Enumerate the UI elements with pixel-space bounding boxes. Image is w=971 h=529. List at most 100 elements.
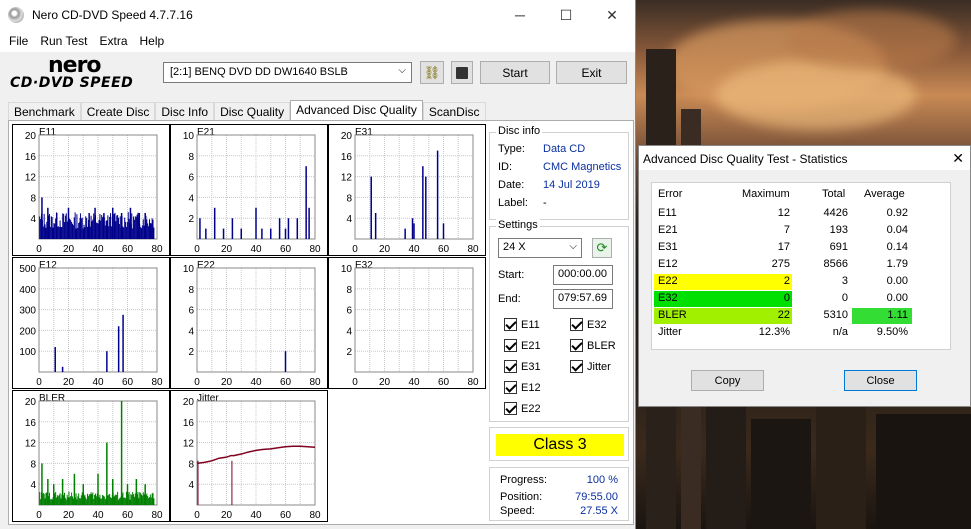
start-time-field[interactable]: 000:00.00 <box>553 265 613 285</box>
x-tick-label: 80 <box>151 510 163 521</box>
y-tick-label: 6 <box>346 306 352 317</box>
logo-cd-dvd-speed: CD·DVD SPEED <box>10 75 134 91</box>
menu-help[interactable]: Help <box>134 34 171 48</box>
stats-row: E22 2 3 0.00 <box>652 274 952 290</box>
x-tick-label: 80 <box>151 244 163 255</box>
stats-maximum: 12.3% <box>758 326 790 338</box>
checkbox-e31[interactable]: E31 <box>504 360 541 373</box>
speed-label: Speed: <box>500 505 535 517</box>
checkbox-e22-label: E22 <box>521 402 541 415</box>
chart-plot: 201612840 20 40 60 80 <box>183 397 321 521</box>
checkbox-e12[interactable]: E12 <box>504 381 541 394</box>
copy-button[interactable]: Copy <box>691 370 764 391</box>
checkbox-box <box>570 360 583 373</box>
menu-file[interactable]: File <box>3 34 34 48</box>
class-badge: Class 3 <box>496 434 624 456</box>
drive-select-value: [2:1] BENQ DVD DD DW1640 BSLB <box>170 66 348 78</box>
stats-maximum: 7 <box>783 224 790 236</box>
maximize-icon: ☐ <box>559 6 573 23</box>
speed-readout: 27.55 X <box>580 505 618 517</box>
statistics-title: Advanced Disc Quality Test - Statistics <box>639 146 970 170</box>
tab-disc-quality[interactable]: Disc Quality <box>214 102 291 121</box>
x-tick-label: 60 <box>122 244 134 255</box>
chart-e22: E22 10 8 6 4 2 0 20 40 60 80 <box>170 257 328 389</box>
checkbox-box <box>570 318 583 331</box>
app-disc-icon <box>8 7 24 23</box>
position-label: Position: <box>500 491 543 503</box>
menu-extra[interactable]: Extra <box>93 34 133 48</box>
x-tick-label: 40 <box>92 377 104 388</box>
chain-config-button[interactable]: ⛓ <box>420 61 444 84</box>
stats-row: E12 275 8566 1.79 <box>652 257 952 273</box>
x-tick-label: 20 <box>63 377 75 388</box>
settings-title: Settings <box>496 219 540 231</box>
date-value: 14 Jul 2019 <box>543 179 600 191</box>
stats-total: 691 <box>829 241 848 253</box>
x-tick-label: 80 <box>309 244 321 255</box>
y-tick-label: 4 <box>30 214 36 225</box>
progress-label: Progress: <box>500 474 548 486</box>
stats-average: 0.00 <box>886 292 908 304</box>
chart-bler: BLER 20 16 12 8 4 0 20 40 60 80 <box>12 390 170 522</box>
stats-maximum: 2 <box>783 275 790 287</box>
end-time-field[interactable]: 079:57.69 <box>553 289 613 309</box>
x-tick-label: 60 <box>438 244 450 255</box>
menu-run-test[interactable]: Run Test <box>34 34 93 48</box>
stats-average: 0.14 <box>886 241 908 253</box>
checkbox-bler[interactable]: BLER <box>570 339 616 352</box>
nero-logo: nero CD·DVD SPEED <box>8 53 158 93</box>
x-tick-label: 0 <box>36 377 42 388</box>
tab-advanced-disc-quality[interactable]: Advanced Disc Quality <box>290 100 423 121</box>
refresh-icon: ⟳ <box>596 240 608 255</box>
checkbox-box <box>504 360 517 373</box>
chart-e21: E21 10 8 6 4 2 0 20 40 60 80 <box>170 124 328 256</box>
y-tick-label: 12 <box>341 173 353 184</box>
checkbox-jitter[interactable]: Jitter <box>570 360 611 373</box>
x-tick-label: 0 <box>194 244 200 255</box>
stats-row: E31 17 691 0.14 <box>652 240 952 256</box>
close-button[interactable]: ✕ <box>589 0 635 30</box>
checkbox-e22[interactable]: E22 <box>504 402 541 415</box>
save-button[interactable] <box>451 61 473 84</box>
maximize-button[interactable]: ☐ <box>543 0 589 30</box>
refresh-speed-button[interactable]: ⟳ <box>592 238 612 258</box>
checkbox-e32[interactable]: E32 <box>570 318 607 331</box>
tab-benchmark[interactable]: Benchmark <box>8 102 81 121</box>
y-tick-label: 8 <box>346 285 352 296</box>
y-tick-label: 20 <box>341 131 353 142</box>
chart-jitter: Jitter 20 16 12 8 4 0 20 40 60 80 <box>170 390 328 522</box>
stats-header-cell: Error <box>658 188 683 200</box>
checkbox-e11[interactable]: E11 <box>504 318 540 331</box>
close-icon[interactable]: ✕ <box>952 150 964 167</box>
stats-maximum: 22 <box>777 309 790 321</box>
drive-select[interactable]: [2:1] BENQ DVD DD DW1640 BSLB ⌵ <box>163 62 412 83</box>
chart-plot: 201612840 20 40 60 80 <box>25 397 163 521</box>
x-tick-label: 20 <box>221 510 233 521</box>
checkbox-e21[interactable]: E21 <box>504 339 541 352</box>
stats-average: 1.79 <box>886 258 908 270</box>
y-tick-label: 16 <box>341 152 353 163</box>
tab-scandisc[interactable]: ScanDisc <box>422 102 486 121</box>
x-tick-label: 40 <box>250 244 262 255</box>
speed-select[interactable]: 24 X ⌵ <box>498 238 582 258</box>
start-button[interactable]: Start <box>480 61 550 84</box>
y-tick-label: 8 <box>30 193 36 204</box>
tab-disc-info[interactable]: Disc Info <box>155 102 215 121</box>
y-tick-label: 4 <box>188 193 194 204</box>
chart-plot: 1086420 20 40 60 80 <box>341 264 479 388</box>
floppy-icon <box>456 66 468 79</box>
x-tick-label: 40 <box>92 244 104 255</box>
stats-total: 4426 <box>823 207 848 219</box>
checkbox-box <box>504 381 517 394</box>
y-tick-label: 2 <box>188 214 194 225</box>
class-group: Class 3 <box>489 427 629 461</box>
chart-e31: E31 20 16 12 8 4 0 20 40 60 80 <box>328 124 486 256</box>
exit-button[interactable]: Exit <box>556 61 627 84</box>
y-tick-label: 8 <box>346 193 352 204</box>
stats-total: 193 <box>829 224 848 236</box>
minimize-button[interactable]: ─ <box>497 0 543 30</box>
tab-create-disc[interactable]: Create Disc <box>80 102 156 121</box>
close-button[interactable]: Close <box>844 370 917 391</box>
x-tick-label: 40 <box>92 510 104 521</box>
y-tick-label: 16 <box>25 152 37 163</box>
